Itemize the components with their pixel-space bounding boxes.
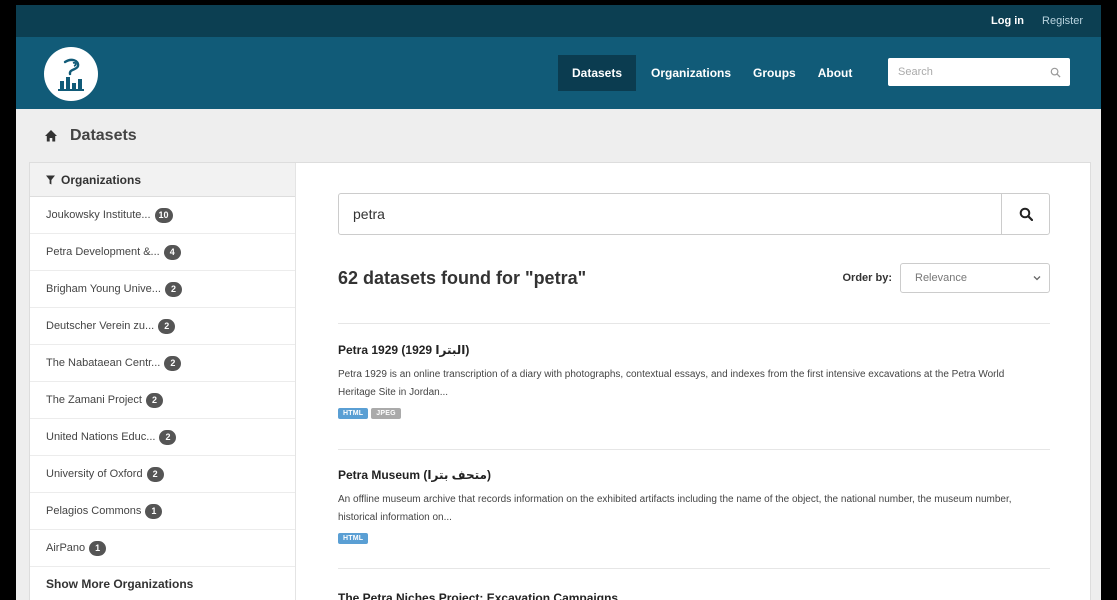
facet-item-label: The Nabataean Centr... bbox=[46, 357, 161, 369]
main-nav: Datasets Organizations Groups About bbox=[558, 55, 863, 91]
results-divider bbox=[338, 449, 1050, 450]
filter-icon bbox=[46, 175, 55, 185]
format-badge-html[interactable]: HTML bbox=[338, 408, 369, 419]
facet-item[interactable]: Petra Development &... 4 bbox=[30, 234, 295, 271]
facet-count-badge: 2 bbox=[146, 466, 164, 482]
facet-item[interactable]: United Nations Educ... 2 bbox=[30, 419, 295, 456]
results-count: 62 datasets found for "petra" bbox=[338, 267, 587, 288]
facet-item[interactable]: University of Oxford 2 bbox=[30, 456, 295, 493]
order-by-select[interactable]: Relevance bbox=[900, 263, 1050, 293]
home-icon[interactable] bbox=[44, 129, 58, 143]
dataset-title-link[interactable]: Petra Museum (متحف بترا) bbox=[338, 468, 1038, 482]
results-summary: 62 datasets found for "petra" Order by: … bbox=[338, 263, 1050, 293]
facet-item-label: Joukowsky Institute... bbox=[46, 209, 151, 221]
facet-count-badge: 2 bbox=[164, 355, 182, 371]
logo-icon bbox=[58, 58, 84, 91]
facet-item[interactable]: Joukowsky Institute... 10 bbox=[30, 197, 295, 234]
nav-groups[interactable]: Groups bbox=[742, 55, 807, 91]
facet-sidebar: Organizations Joukowsky Institute... 10 P… bbox=[30, 163, 296, 600]
login-link[interactable]: Log in bbox=[991, 15, 1024, 27]
masthead: Datasets Organizations Groups About bbox=[16, 37, 1101, 109]
facet-item-label: Brigham Young Unive... bbox=[46, 283, 161, 295]
dataset-title-link[interactable]: Petra 1929 (البترا 1929) bbox=[338, 343, 1038, 357]
nav-about[interactable]: About bbox=[807, 55, 864, 91]
facet-count-badge: 2 bbox=[159, 429, 177, 445]
facet-list: Joukowsky Institute... 10 Petra Developme… bbox=[30, 197, 295, 567]
facet-item-label: Pelagios Commons bbox=[46, 505, 142, 517]
facet-count-badge: 2 bbox=[145, 392, 163, 408]
account-bar: Log in Register bbox=[16, 5, 1101, 37]
dataset-item: Petra Museum (متحف بترا) An offline muse… bbox=[338, 468, 1038, 544]
search-icon bbox=[1019, 207, 1033, 221]
site-logo[interactable] bbox=[44, 47, 98, 101]
facet-item[interactable]: The Zamani Project 2 bbox=[30, 382, 295, 419]
facet-item-label: Petra Development &... bbox=[46, 246, 160, 258]
dataset-description: An offline museum archive that records i… bbox=[338, 494, 1012, 523]
facet-heading: Organizations bbox=[30, 163, 295, 197]
facet-item[interactable]: Brigham Young Unive... 2 bbox=[30, 271, 295, 308]
breadcrumb-current[interactable]: Datasets bbox=[70, 127, 137, 145]
nav-datasets[interactable]: Datasets bbox=[558, 55, 637, 91]
chevron-down-icon bbox=[1033, 276, 1041, 281]
page-frame: Log in Register Datasets Organizations G… bbox=[16, 5, 1101, 600]
dataset-title-link[interactable]: The Petra Niches Project: Excavation Cam… bbox=[338, 591, 1038, 600]
results-main: 62 datasets found for "petra" Order by: … bbox=[296, 163, 1090, 600]
header-search bbox=[888, 58, 1070, 86]
format-badge-jpeg[interactable]: JPEG bbox=[371, 408, 401, 419]
facet-item-label: Deutscher Verein zu... bbox=[46, 320, 155, 332]
dataset-search-input[interactable] bbox=[339, 194, 1001, 234]
register-link[interactable]: Register bbox=[1042, 15, 1083, 27]
facet-item[interactable]: Deutscher Verein zu... 2 bbox=[30, 308, 295, 345]
results-divider bbox=[338, 323, 1050, 324]
facet-heading-label: Organizations bbox=[61, 172, 142, 187]
facet-item-label: University of Oxford bbox=[46, 468, 143, 480]
search-submit-button[interactable] bbox=[1001, 194, 1049, 234]
facet-item[interactable]: The Nabataean Centr... 2 bbox=[30, 345, 295, 382]
dataset-search bbox=[338, 193, 1050, 235]
order-by-control: Order by: Relevance bbox=[842, 263, 1050, 293]
dataset-item: Petra 1929 (البترا 1929) Petra 1929 is a… bbox=[338, 343, 1038, 419]
dataset-description: Petra 1929 is an online transcription of… bbox=[338, 369, 1005, 398]
format-badge-html[interactable]: HTML bbox=[338, 533, 369, 544]
facet-count-badge: 10 bbox=[154, 207, 173, 223]
facet-count-badge: 2 bbox=[164, 281, 182, 297]
facet-item[interactable]: AirPano 1 bbox=[30, 530, 295, 567]
facet-count-badge: 1 bbox=[89, 540, 107, 556]
nav-organizations[interactable]: Organizations bbox=[640, 55, 742, 91]
header-search-input[interactable] bbox=[888, 59, 1038, 85]
breadcrumb: Datasets bbox=[16, 109, 1101, 163]
facet-item-label: AirPano bbox=[46, 542, 86, 554]
facet-item-label: The Zamani Project bbox=[46, 394, 142, 406]
format-labels: HTML bbox=[338, 533, 1038, 544]
show-more-organizations-link[interactable]: Show More Organizations bbox=[30, 567, 295, 600]
facet-item[interactable]: Pelagios Commons 1 bbox=[30, 493, 295, 530]
order-by-label: Order by: bbox=[842, 272, 892, 284]
order-by-value: Relevance bbox=[915, 272, 967, 284]
facet-count-badge: 1 bbox=[145, 503, 163, 519]
dataset-item: The Petra Niches Project: Excavation Cam… bbox=[338, 591, 1038, 600]
facet-count-badge: 4 bbox=[163, 244, 181, 260]
format-labels: HTML JPEG bbox=[338, 408, 1038, 419]
results-divider bbox=[338, 568, 1050, 569]
content-panel: Organizations Joukowsky Institute... 10 P… bbox=[30, 163, 1090, 600]
search-icon[interactable] bbox=[1050, 66, 1062, 78]
facet-item-label: United Nations Educ... bbox=[46, 431, 156, 443]
facet-count-badge: 2 bbox=[158, 318, 176, 334]
